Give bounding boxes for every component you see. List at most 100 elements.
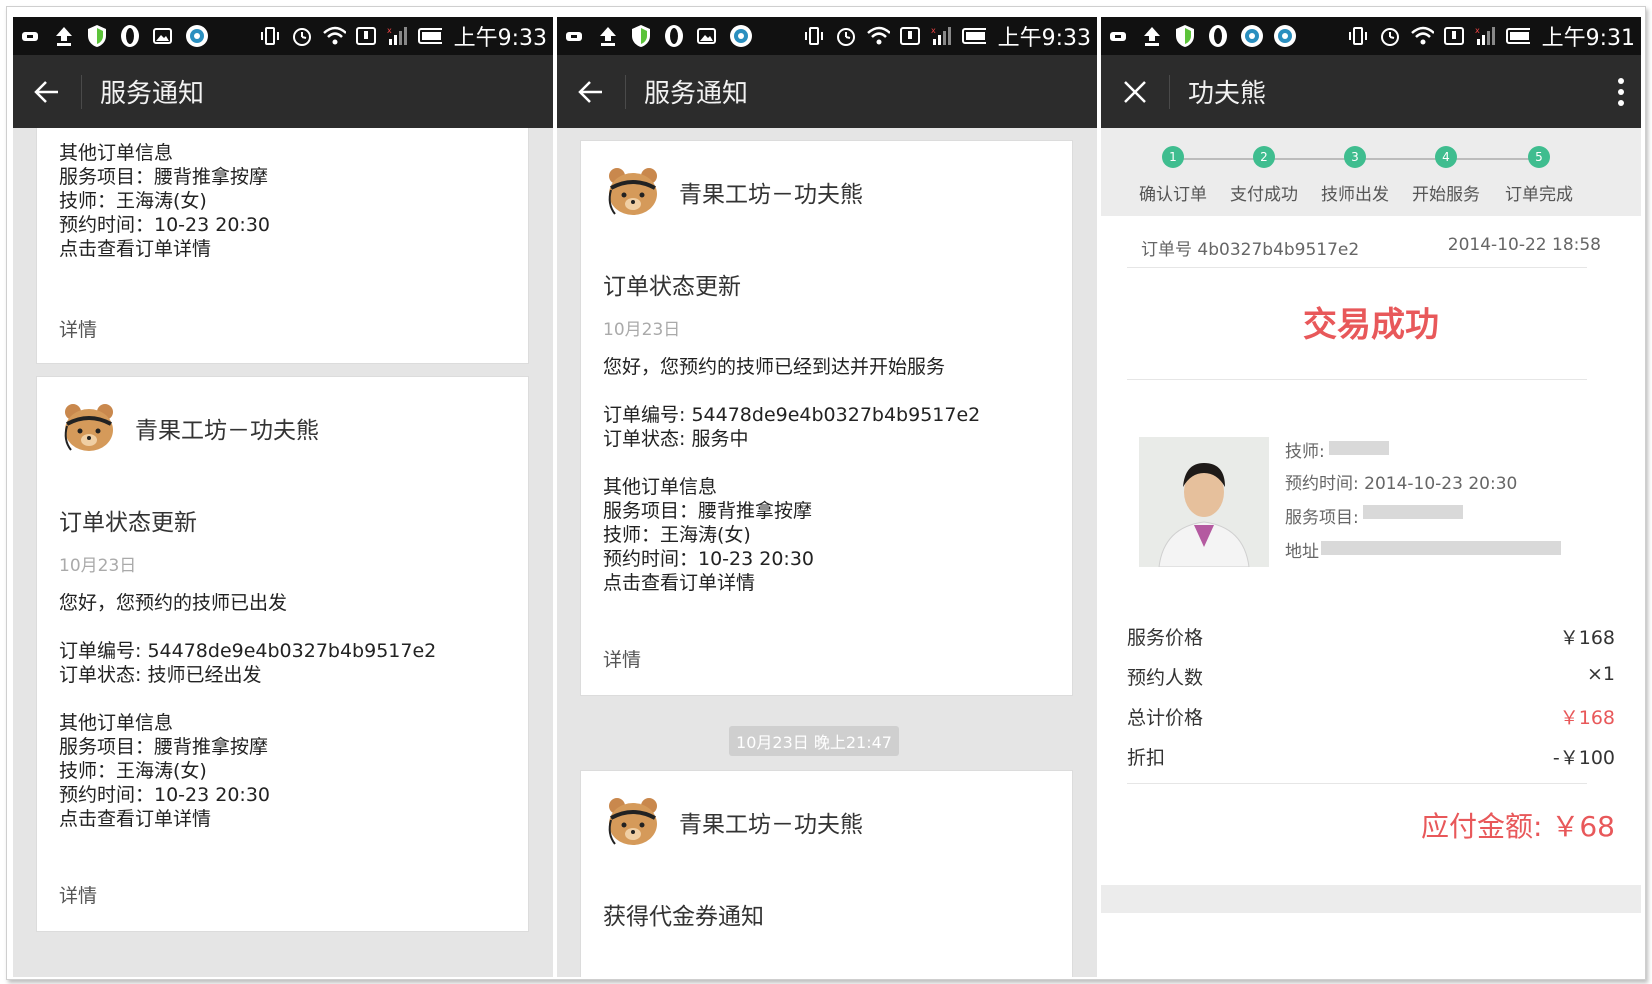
more-button[interactable] bbox=[1601, 55, 1641, 128]
back-button[interactable] bbox=[557, 55, 625, 128]
info-line: 技师：王海涛(女) bbox=[59, 190, 207, 212]
wifi-icon bbox=[866, 24, 890, 48]
close-button[interactable] bbox=[1101, 55, 1169, 128]
app-ball-icon bbox=[1239, 24, 1263, 48]
step-label: 订单完成 bbox=[1505, 185, 1573, 205]
order-status: 订单状态: 技师已经出发 bbox=[59, 664, 262, 686]
step-number: 4 bbox=[1435, 146, 1457, 168]
message-card[interactable]: 青果工坊－功夫熊 订单状态更新 10月23日 您好，您预约的技师已出发 订单编号… bbox=[36, 376, 529, 932]
status-time: 上午9:33 bbox=[997, 26, 1091, 51]
wifi-icon bbox=[1410, 24, 1434, 48]
message-list[interactable]: 青果工坊－功夫熊 订单状态更新 10月23日 您好，您预约的技师已经到达并开始服… bbox=[557, 128, 1097, 977]
status-time: 上午9:31 bbox=[1541, 26, 1635, 51]
info-line[interactable]: 点击查看订单详情 bbox=[59, 237, 270, 261]
status-time: 上午9:33 bbox=[453, 26, 547, 51]
footer-bar bbox=[1101, 885, 1641, 913]
divider bbox=[1127, 267, 1587, 268]
details-link[interactable]: 详情 bbox=[603, 645, 641, 672]
battery-icon bbox=[417, 24, 442, 48]
info-line[interactable]: 点击查看订单详情 bbox=[59, 807, 270, 831]
app-bar: 服务通知 bbox=[557, 55, 1097, 128]
progress-step: 5 订单完成 bbox=[1494, 146, 1584, 205]
alarm-icon bbox=[290, 24, 314, 48]
time-separator: 10月23日 晚上21:47 bbox=[729, 726, 899, 756]
message-card[interactable]: 青果工坊－功夫熊 获得代金券通知 bbox=[580, 770, 1073, 977]
info-line: 技师：王海涛(女) bbox=[603, 524, 751, 546]
greeting-text: 您好，您预约的技师已出发 bbox=[59, 592, 288, 614]
info-line: 技师：王海涛(女) bbox=[59, 760, 207, 782]
battery-icon bbox=[961, 24, 986, 48]
opera-icon bbox=[118, 24, 142, 48]
step-label: 支付成功 bbox=[1230, 185, 1298, 205]
screenshot-frame: x 上午9:33 服务通知 其他订单信息 服务项目：腰背推拿按摩 技师：王海涛(… bbox=[6, 6, 1646, 980]
progress-step: 2 支付成功 bbox=[1219, 146, 1309, 205]
vibrate-icon bbox=[802, 24, 826, 48]
message-title: 订单状态更新 bbox=[59, 510, 197, 536]
info-line: 其他订单信息 bbox=[59, 712, 174, 734]
bear-avatar-icon bbox=[64, 404, 113, 451]
signal-icon: x bbox=[930, 24, 954, 48]
status-bar: x 上午9:31 bbox=[1101, 17, 1641, 55]
info-line: 服务项目：腰背推拿按摩 bbox=[603, 500, 813, 522]
page-title: 服务通知 bbox=[644, 79, 749, 109]
shield-icon bbox=[629, 24, 653, 48]
step-number: 1 bbox=[1162, 146, 1184, 168]
divider bbox=[81, 74, 82, 109]
redacted-name bbox=[1329, 441, 1389, 455]
info-line: 服务项目：腰背推拿按摩 bbox=[59, 166, 269, 188]
app-bar: 服务通知 bbox=[13, 55, 553, 128]
svg-text:x: x bbox=[387, 26, 392, 35]
close-icon bbox=[1124, 80, 1146, 103]
order-number: 订单编号: 54478de9e4b0327b4b9517e2 bbox=[603, 404, 981, 426]
total-row-value: ￥168 bbox=[1559, 707, 1615, 729]
message-list[interactable]: 其他订单信息 服务项目：腰背推拿按摩 技师：王海涛(女) 预约时间：10-23 … bbox=[13, 128, 553, 977]
upload-icon bbox=[52, 24, 76, 48]
order-status: 订单状态: 服务中 bbox=[603, 428, 749, 450]
progress-step: 3 技师出发 bbox=[1310, 146, 1400, 205]
back-arrow-icon bbox=[578, 80, 602, 103]
details-link[interactable]: 详情 bbox=[59, 315, 97, 342]
info-line: 其他订单信息 bbox=[59, 142, 174, 164]
order-datetime: 2014-10-22 18:58 bbox=[1447, 235, 1601, 255]
more-vert-icon bbox=[1618, 77, 1624, 106]
divider bbox=[1169, 74, 1170, 109]
page-title: 服务通知 bbox=[100, 79, 205, 109]
opera-icon bbox=[662, 24, 686, 48]
person-image bbox=[1139, 437, 1269, 567]
redacted-service bbox=[1363, 505, 1463, 519]
shield-icon bbox=[1173, 24, 1197, 48]
step-label: 技师出发 bbox=[1321, 185, 1389, 205]
message-title: 订单状态更新 bbox=[603, 274, 741, 300]
order-number: 订单编号: 54478de9e4b0327b4b9517e2 bbox=[59, 640, 437, 662]
message-card[interactable]: 青果工坊－功夫熊 订单状态更新 10月23日 您好，您预约的技师已经到达并开始服… bbox=[580, 140, 1073, 696]
wifi-icon bbox=[322, 24, 346, 48]
phone-screen-2: x 上午9:33 服务通知 青果工坊－功夫熊 订单状态更新 10月23日 您好，… bbox=[557, 17, 1097, 977]
price-row-value: ￥168 bbox=[1559, 627, 1615, 649]
info-line: 服务项目：腰背推拿按摩 bbox=[59, 736, 269, 758]
phone-screen-1: x 上午9:33 服务通知 其他订单信息 服务项目：腰背推拿按摩 技师：王海涛(… bbox=[13, 17, 553, 977]
app-ball-icon bbox=[184, 24, 208, 48]
shield-icon bbox=[85, 24, 109, 48]
bear-avatar-icon bbox=[608, 168, 657, 215]
app-ball-icon bbox=[1272, 24, 1296, 48]
details-link[interactable]: 详情 bbox=[59, 881, 97, 908]
image-icon bbox=[151, 24, 175, 48]
app-bar: 功夫熊 bbox=[1101, 55, 1641, 128]
progress-step: 4 开始服务 bbox=[1401, 146, 1491, 205]
alarm-icon bbox=[834, 24, 858, 48]
info-line[interactable]: 点击查看订单详情 bbox=[603, 571, 814, 595]
appointment-time: 预约时间: 2014-10-23 20:30 bbox=[1285, 474, 1518, 494]
vibrate-icon bbox=[258, 24, 282, 48]
step-label: 开始服务 bbox=[1412, 185, 1480, 205]
message-card[interactable]: 其他订单信息 服务项目：腰背推拿按摩 技师：王海涛(女) 预约时间：10-23 … bbox=[36, 128, 529, 364]
image-icon bbox=[695, 24, 719, 48]
alarm-icon bbox=[1378, 24, 1402, 48]
total-row-label: 总计价格 bbox=[1127, 707, 1204, 729]
transaction-result: 交易成功 bbox=[1303, 305, 1439, 345]
back-button[interactable] bbox=[13, 55, 81, 128]
price-row-label: 服务价格 bbox=[1127, 627, 1204, 649]
order-progress: 1 确认订单 2 支付成功 3 技师出发 4 开始服务 5 订单完成 bbox=[1101, 128, 1641, 216]
info-line: 预约时间：10-23 20:30 bbox=[59, 784, 271, 806]
shop-name: 青果工坊－功夫熊 bbox=[679, 182, 863, 208]
divider bbox=[1127, 783, 1587, 784]
